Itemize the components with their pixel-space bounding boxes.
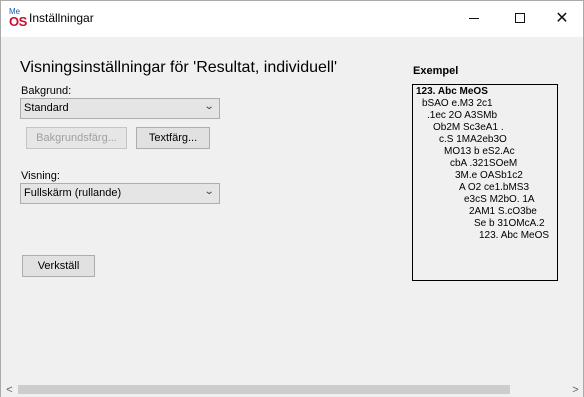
example-line: .1ec 2O A3SMb [427,110,498,121]
background-select[interactable]: Standard ⌄ [20,98,220,119]
minimize-button[interactable] [451,1,497,35]
maximize-button[interactable] [497,1,543,35]
example-title: Exempel [413,65,459,77]
example-line: e3cS M2bO. 1A [464,194,535,205]
chevron-down-icon: ⌄ [203,186,215,197]
view-select-value: Fullskärm (rullande) [24,187,122,199]
minimize-icon [469,17,479,19]
settings-window: Me OS Inställningar ✕ Visningsinställnin… [0,0,584,397]
example-line: cbA .321SOeM [450,158,518,169]
example-line: 123. Abc MeOS [479,230,550,241]
example-line: A O2 ce1.bMS3 [459,182,530,193]
example-line: Ob2M Sc3eA1 . [433,122,504,133]
example-line: c.S 1MA2eb3O [439,134,507,145]
example-line: bSAO e.M3 2c1 [422,98,493,109]
page-title: Visningsinställningar för 'Resultat, ind… [20,59,338,76]
background-label: Bakgrund: [21,85,72,97]
example-preview: 123. Abc MeOS bSAO e.M3 2c1 .1ec 2O A3SM… [412,84,558,281]
background-color-button[interactable]: Bakgrundsfärg... [26,127,127,149]
example-line: 2AM1 S.cO3be [469,206,537,217]
scroll-left-arrow-icon[interactable]: < [1,382,18,397]
apply-button[interactable]: Verkställ [22,255,95,277]
view-label: Visning: [21,170,60,182]
view-select[interactable]: Fullskärm (rullande) ⌄ [20,183,220,204]
maximize-icon [515,13,525,23]
horizontal-scrollbar[interactable]: < > [1,382,583,397]
close-icon: ✕ [555,8,569,27]
title-bar: Me OS Inställningar ✕ [1,1,583,37]
example-line: MO13 b eS2.Ac [444,146,515,157]
scroll-right-arrow-icon[interactable]: > [567,382,584,397]
scrollbar-thumb[interactable] [18,385,510,394]
text-color-button[interactable]: Textfärg... [136,127,210,149]
meos-app-icon: Me OS [9,7,27,29]
example-line: 123. Abc MeOS [416,86,488,97]
example-line: 3M.e OASb1c2 [455,170,523,181]
background-select-value: Standard [24,102,69,114]
close-button[interactable]: ✕ [539,1,584,35]
example-line: Se b 31OMcA.2 [474,218,545,229]
window-title: Inställningar [29,11,94,25]
chevron-down-icon: ⌄ [203,101,215,112]
client-area: Visningsinställningar för 'Resultat, ind… [1,37,583,382]
